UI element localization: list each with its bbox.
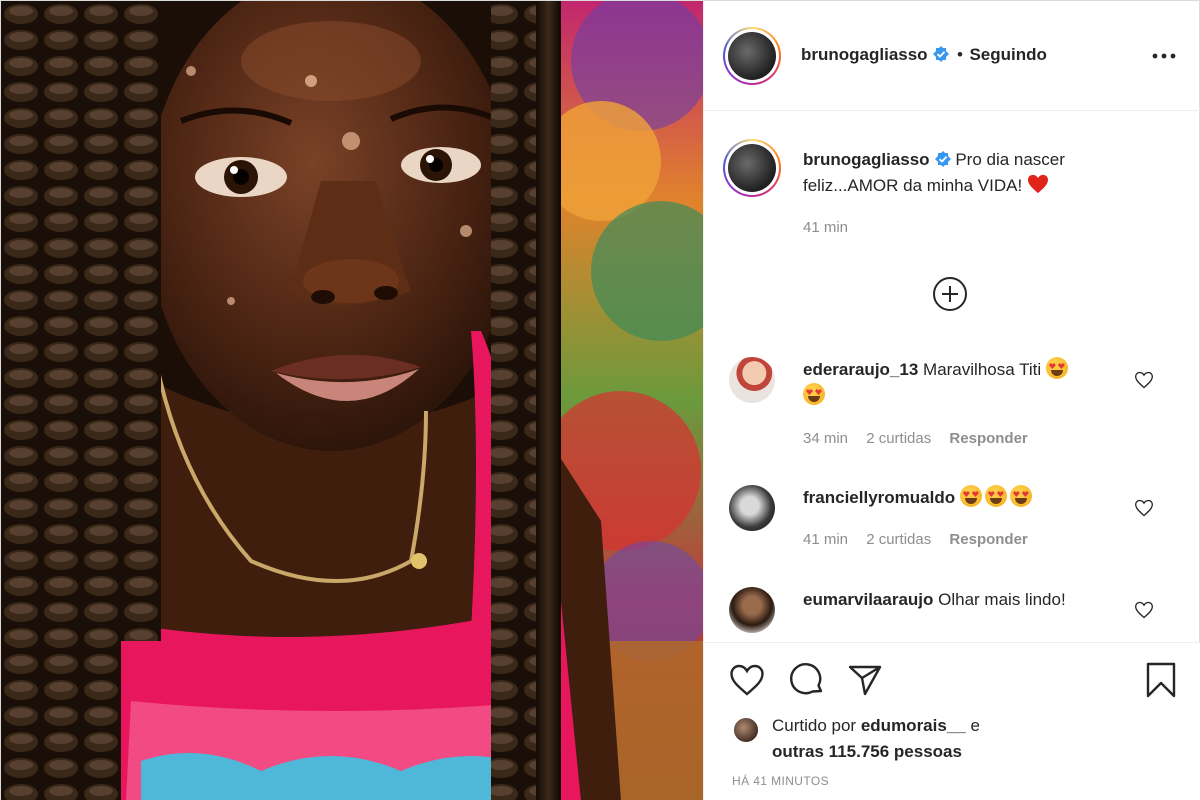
comment-like-heart-icon[interactable] [1134, 498, 1154, 518]
comments-list[interactable]: brunogagliasso Pro dia nascer feliz...AM… [704, 112, 1200, 642]
comment-meta: 41 min 2 curtidas Responder [803, 531, 1042, 548]
heart-icon[interactable] [728, 661, 766, 699]
caption-time[interactable]: 41 min [803, 219, 848, 236]
heart-eyes-emoji-icon [959, 485, 982, 507]
red-heart-emoji-icon [1027, 174, 1048, 194]
comment-username[interactable]: franciellyromualdo [803, 488, 955, 507]
heart-eyes-emoji-icon [803, 383, 825, 405]
comment-username[interactable]: ederaraujo_13 [803, 360, 918, 379]
header-avatar[interactable] [723, 27, 781, 85]
likes-connector: e [970, 716, 980, 735]
caption-text-block: brunogagliasso Pro dia nascer feliz...AM… [803, 147, 1133, 199]
comment-time[interactable]: 41 min [803, 531, 848, 548]
comment-text-block: ederaraujo_13 Maravilhosa Titi [803, 357, 1123, 409]
commenter-avatar[interactable] [729, 485, 775, 531]
caption-avatar[interactable] [723, 139, 781, 197]
verified-badge-icon [932, 46, 949, 62]
post-timestamp[interactable]: HÁ 41 MINUTOS [732, 774, 829, 788]
liker-avatar[interactable] [732, 716, 760, 744]
share-icon[interactable] [846, 661, 884, 699]
comment-icon[interactable] [788, 661, 826, 699]
comment-text-block: eumarvilaaraujo Olhar mais lindo! [803, 587, 1123, 613]
follow-status-button[interactable]: Seguindo [969, 45, 1046, 64]
bookmark-icon[interactable] [1142, 661, 1180, 699]
post-side-panel: brunogagliasso • Seguindo brunogagliasso… [703, 1, 1200, 800]
heart-eyes-emoji-icon [984, 485, 1007, 507]
header-username[interactable]: brunogagliasso [801, 45, 928, 64]
comment-text: Maravilhosa Titi [923, 360, 1042, 379]
heart-eyes-emoji-icon [1045, 357, 1068, 379]
comment-likes[interactable]: 2 curtidas [866, 430, 931, 447]
commenter-avatar[interactable] [729, 357, 775, 403]
comment-text: Olhar mais lindo! [938, 590, 1066, 609]
heart-eyes-emoji-icon [1009, 485, 1032, 507]
user-avatar-icon [728, 144, 776, 192]
post-photo[interactable] [1, 1, 703, 800]
caption-username[interactable]: brunogagliasso [803, 150, 930, 169]
liker-username[interactable]: edumorais__ [861, 716, 966, 735]
reply-button[interactable]: Responder [949, 531, 1027, 548]
comment-like-heart-icon[interactable] [1134, 370, 1154, 390]
plus-circle-icon[interactable] [932, 276, 968, 312]
comment-username[interactable]: eumarvilaaraujo [803, 590, 933, 609]
post-actions-bar: Curtido por edumorais__ e outras 115.756… [704, 642, 1200, 800]
likes-prefix: Curtido por [772, 716, 857, 735]
likes-text: Curtido por edumorais__ e outras 115.756… [772, 713, 1152, 765]
user-avatar-icon [728, 32, 776, 80]
header-separator: • [957, 45, 963, 64]
likes-count-link[interactable]: outras 115.756 pessoas [772, 742, 962, 761]
comment-time[interactable]: 34 min [803, 430, 848, 447]
post-header: brunogagliasso • Seguindo [704, 1, 1200, 111]
verified-badge-icon [934, 151, 951, 167]
instagram-post-window: brunogagliasso • Seguindo brunogagliasso… [0, 0, 1200, 800]
reply-button[interactable]: Responder [949, 430, 1027, 447]
comment-like-heart-icon[interactable] [1134, 600, 1154, 620]
commenter-avatar[interactable] [729, 587, 775, 633]
comment-text-block: franciellyromualdo [803, 485, 1123, 511]
comment-likes[interactable]: 2 curtidas [866, 531, 931, 548]
more-options-icon[interactable] [1150, 44, 1178, 68]
comment-meta: 34 min 2 curtidas Responder [803, 430, 1042, 447]
header-user-line: brunogagliasso • Seguindo [801, 45, 1047, 65]
